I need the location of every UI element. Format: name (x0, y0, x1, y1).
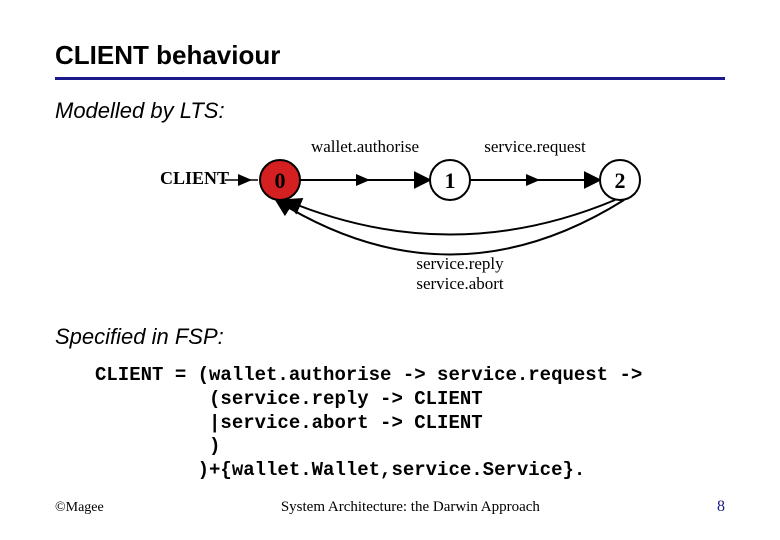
triangle-icon (356, 174, 370, 186)
title-underline (55, 77, 725, 80)
fsp-line: CLIENT = (wallet.authorise -> service.re… (95, 364, 642, 386)
section-specified-in-fsp: Specified in FSP: (55, 324, 725, 350)
lts-edge-reply-label: service.reply (416, 254, 504, 273)
copyright: ©Magee (55, 500, 104, 516)
lts-process-label: CLIENT (160, 168, 229, 188)
lts-state-0-label: 0 (275, 168, 286, 193)
lts-edge-0-1-label: wallet.authorise (311, 137, 419, 156)
lts-diagram: CLIENT 0 wallet.authorise 1 service.requ… (55, 134, 725, 314)
lts-edge-abort-label: service.abort (416, 274, 504, 293)
fsp-line: ) (95, 435, 220, 457)
footer-title: System Architecture: the Darwin Approach (281, 499, 540, 516)
lts-edge-2-0-reply (285, 200, 615, 235)
slide-title: CLIENT behaviour (55, 40, 725, 71)
lts-state-1-label: 1 (445, 168, 456, 193)
section-modelled-by-lts: Modelled by LTS: (55, 98, 725, 124)
lts-edge-2-0-abort (276, 200, 624, 255)
slide-footer: ©Magee System Architecture: the Darwin A… (55, 498, 725, 516)
triangle-play-icon (238, 174, 252, 186)
fsp-line: (service.reply -> CLIENT (95, 388, 483, 410)
page-number: 8 (717, 498, 725, 516)
lts-edge-1-2-label: service.request (484, 137, 586, 156)
lts-state-2-label: 2 (615, 168, 626, 193)
fsp-line: )+{wallet.Wallet,service.Service}. (95, 459, 585, 481)
fsp-code-block: CLIENT = (wallet.authorise -> service.re… (95, 364, 725, 483)
triangle-icon (526, 174, 540, 186)
fsp-line: |service.abort -> CLIENT (95, 412, 483, 434)
